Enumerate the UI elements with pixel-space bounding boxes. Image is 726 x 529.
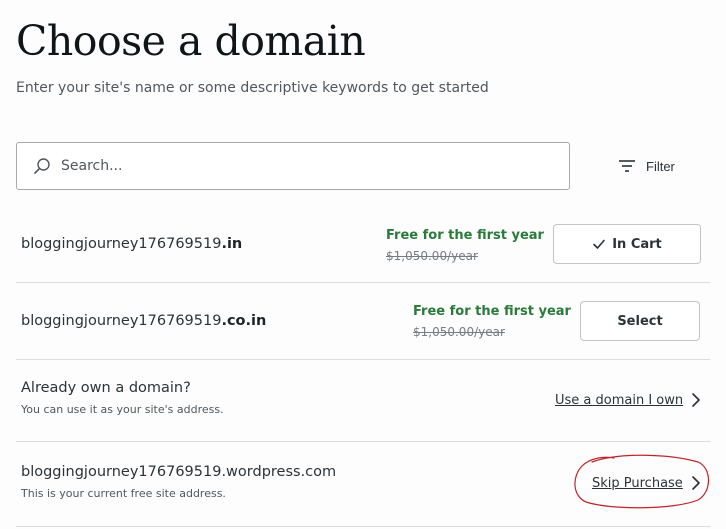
price-original: $1,050.00/year [413, 325, 505, 339]
chevron-right-icon [691, 392, 701, 408]
domain-name: bloggingjourney176769519.co.in [21, 313, 266, 329]
row-divider [16, 526, 710, 527]
own-domain-subtitle: You can use it as your site's address. [21, 403, 224, 416]
price-original: $1,050.00/year [386, 249, 478, 263]
checkmark-icon [592, 237, 606, 251]
page-subtitle: Enter your site's name or some descripti… [16, 80, 489, 96]
in-cart-button[interactable]: In Cart [553, 224, 701, 264]
row-divider [16, 359, 710, 360]
domain-name: bloggingjourney176769519.in [21, 236, 242, 252]
filter-button[interactable]: Filter [606, 150, 694, 182]
select-button[interactable]: Select [580, 301, 700, 341]
skip-purchase-label: Skip Purchase [592, 475, 683, 491]
skip-purchase-link[interactable]: Skip Purchase [592, 475, 701, 491]
own-domain-title: Already own a domain? [21, 380, 191, 396]
filter-icon [618, 159, 636, 173]
free-domain-subtitle: This is your current free site address. [21, 487, 226, 500]
domain-tld: .in [221, 236, 243, 252]
search-input[interactable] [61, 158, 541, 174]
search-box[interactable] [16, 142, 570, 190]
select-label: Select [617, 313, 663, 329]
in-cart-label: In Cart [612, 236, 662, 252]
domain-tld: .co.in [221, 313, 267, 329]
price-free-note: Free for the first year [386, 228, 544, 243]
row-divider [16, 282, 710, 283]
page-title: Choose a domain [16, 17, 366, 65]
domain-picker-page: Choose a domain Enter your site's name o… [0, 0, 726, 529]
use-domain-link-label: Use a domain I own [555, 392, 684, 408]
filter-label: Filter [646, 158, 675, 174]
free-domain-title: bloggingjourney176769519.wordpress.com [21, 464, 337, 480]
domain-name-base: bloggingjourney176769519 [21, 236, 222, 252]
row-divider [16, 441, 710, 442]
search-icon [33, 157, 51, 175]
chevron-right-icon [691, 475, 701, 491]
domain-name-base: bloggingjourney176769519 [21, 313, 222, 329]
use-domain-i-own-link[interactable]: Use a domain I own [555, 392, 701, 408]
price-free-note: Free for the first year [413, 304, 571, 319]
